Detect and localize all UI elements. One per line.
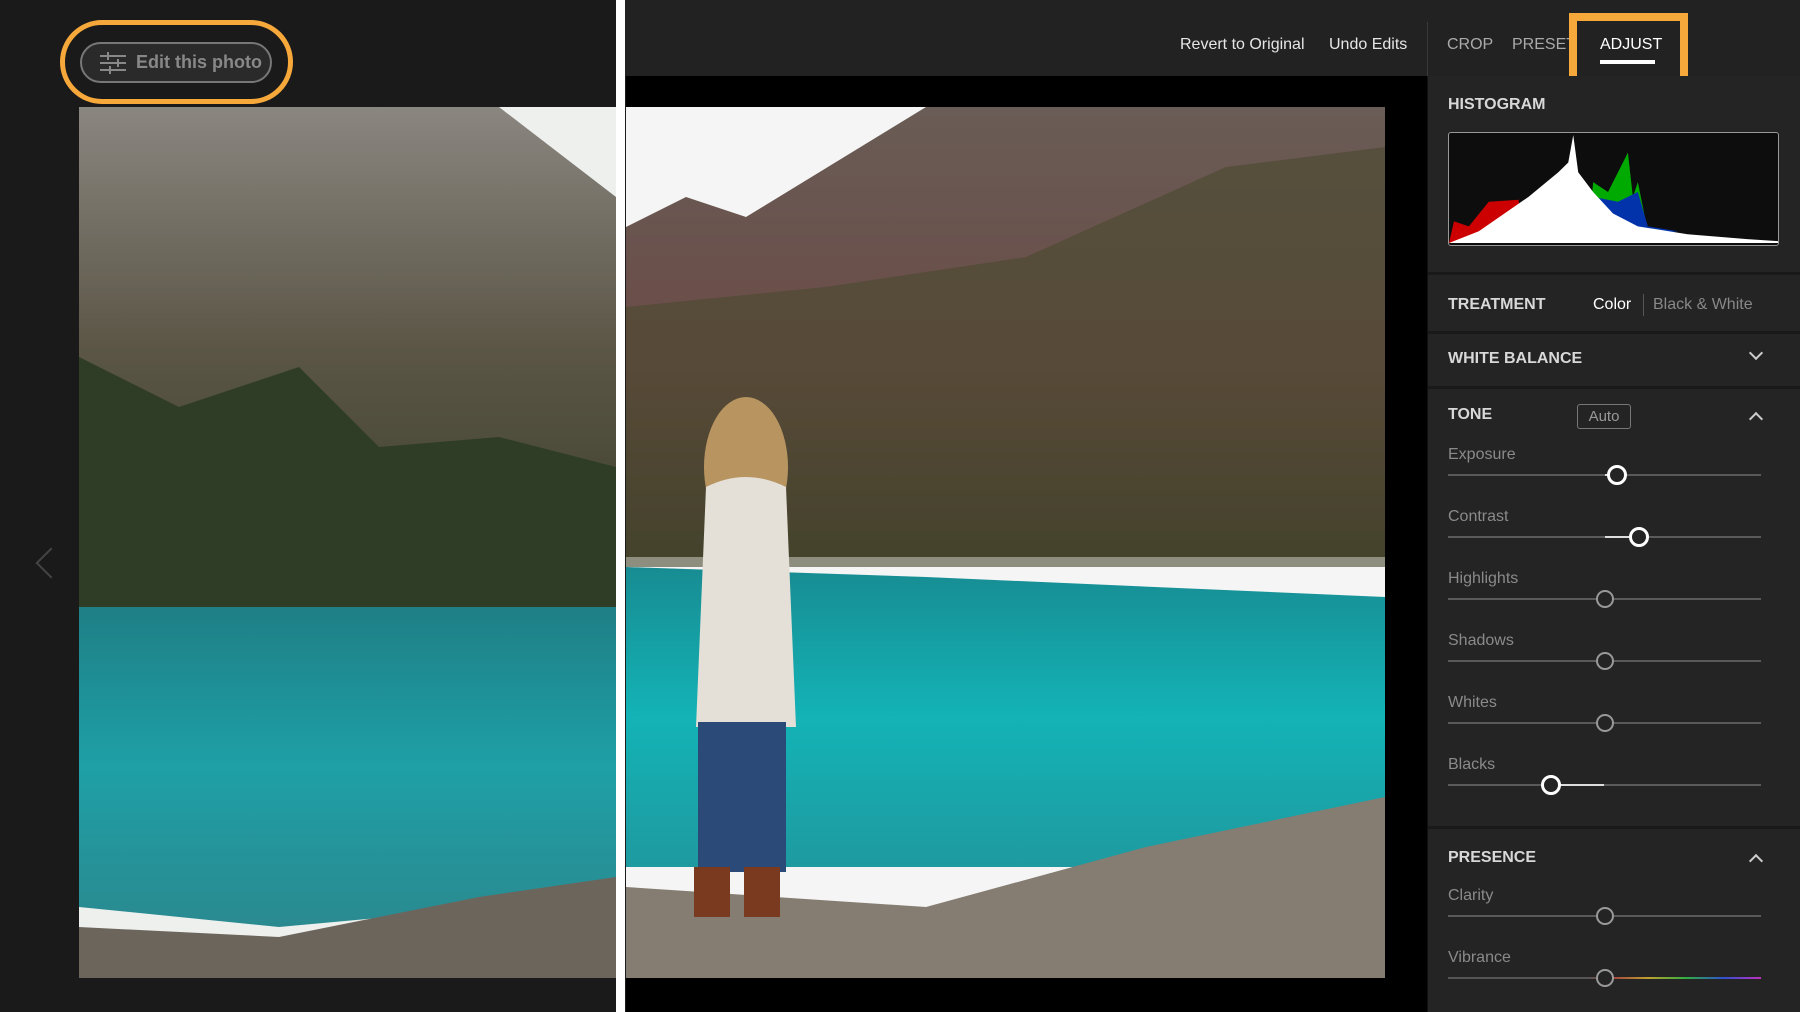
vibrance-slider[interactable] — [1448, 969, 1761, 987]
white-balance-heading[interactable]: WHITE BALANCE — [1448, 350, 1582, 368]
treatment-heading: TREATMENT — [1448, 296, 1546, 313]
histogram-heading: HISTOGRAM — [1448, 96, 1546, 113]
undo-edits-button[interactable]: Undo Edits — [1329, 36, 1407, 54]
highlights-label: Highlights — [1448, 570, 1519, 587]
edit-this-photo-button[interactable]: Edit this photo — [80, 42, 272, 83]
toolbar-separator — [1427, 22, 1428, 76]
revert-to-original-button[interactable]: Revert to Original — [1180, 36, 1305, 54]
clarity-slider-thumb[interactable] — [1595, 907, 1614, 925]
shadows-label: Shadows — [1448, 632, 1514, 649]
blacks-slider[interactable] — [1448, 775, 1761, 795]
blacks-label: Blacks — [1448, 756, 1496, 773]
whites-label: Whites — [1448, 694, 1497, 711]
treatment-bw-option[interactable]: Black & White — [1653, 296, 1753, 314]
exposure-label: Exposure — [1448, 446, 1516, 463]
highlights-slider-thumb[interactable] — [1595, 590, 1614, 608]
highlights-slider[interactable] — [1448, 590, 1761, 608]
exposure-slider[interactable] — [1448, 465, 1761, 485]
tone-heading: TONE — [1448, 406, 1493, 423]
contrast-label: Contrast — [1448, 508, 1509, 525]
clarity-label: Clarity — [1448, 887, 1494, 904]
blacks-slider-thumb[interactable] — [1541, 775, 1562, 795]
chevron-up-icon[interactable] — [1748, 853, 1764, 869]
vibrance-slider-thumb[interactable] — [1595, 969, 1614, 987]
chevron-down-icon[interactable] — [1748, 345, 1764, 361]
tab-presets[interactable]: PRESETS — [1512, 36, 1570, 54]
histogram — [1448, 132, 1779, 246]
photo-before — [79, 107, 616, 978]
clarity-slider[interactable] — [1448, 907, 1761, 925]
edit-button-label: Edit this photo — [136, 52, 262, 72]
vibrance-label: Vibrance — [1448, 949, 1511, 966]
before-after-divider[interactable] — [616, 0, 625, 1012]
treatment-color-option[interactable]: Color — [1593, 296, 1631, 314]
presence-heading: PRESENCE — [1448, 849, 1537, 866]
treatment-separator — [1643, 294, 1644, 316]
shadows-slider[interactable] — [1448, 652, 1761, 670]
shadows-slider-thumb[interactable] — [1595, 652, 1614, 670]
exposure-slider-thumb[interactable] — [1607, 465, 1628, 485]
tab-crop[interactable]: CROP — [1447, 36, 1493, 54]
contrast-slider-thumb[interactable] — [1628, 527, 1649, 547]
chevron-up-icon[interactable] — [1748, 411, 1764, 427]
contrast-slider[interactable] — [1448, 527, 1761, 547]
sliders-icon — [100, 51, 126, 74]
photo-after — [626, 107, 1385, 978]
auto-tone-button[interactable]: Auto — [1577, 404, 1631, 429]
whites-slider[interactable] — [1448, 714, 1761, 732]
adjust-panel: HISTOGRAM TREATMENT Color Black & White … — [1427, 76, 1800, 1012]
whites-slider-thumb[interactable] — [1595, 714, 1614, 732]
